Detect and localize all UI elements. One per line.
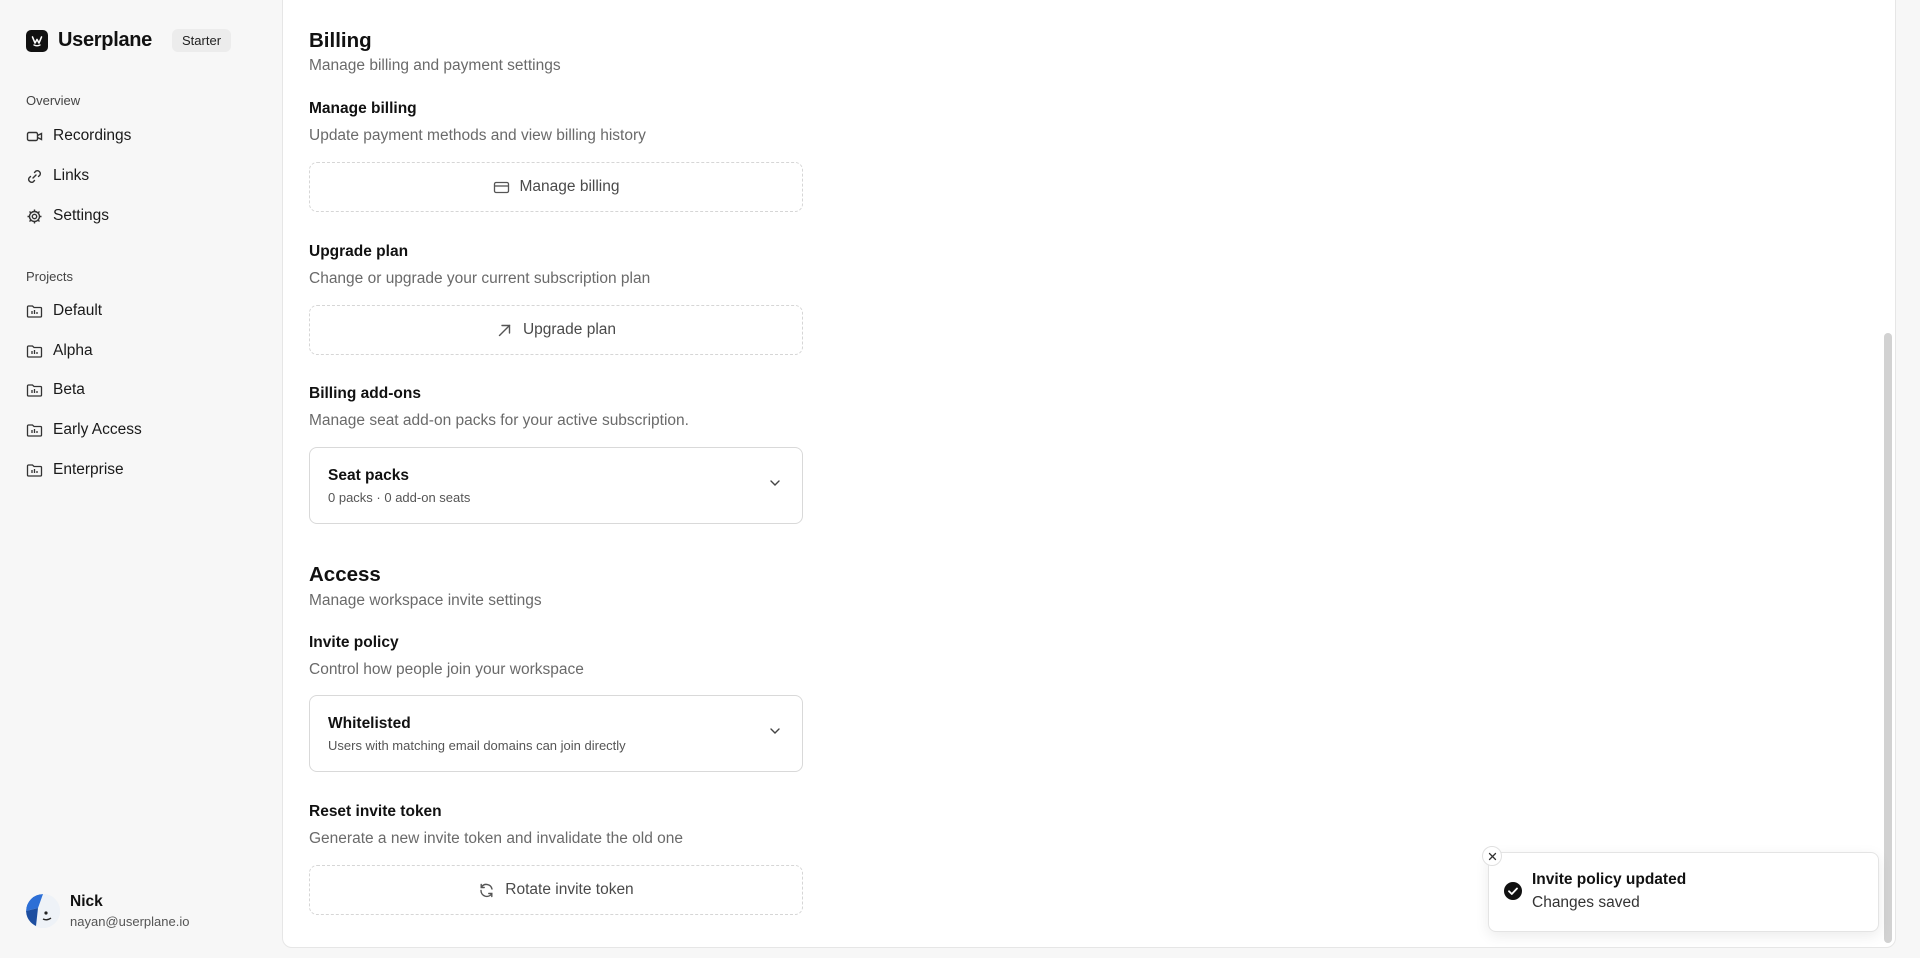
sidebar-item-enterprise[interactable]: Enterprise xyxy=(26,458,124,482)
sidebar-item-settings[interactable]: Settings xyxy=(26,204,109,228)
toast-close-button[interactable] xyxy=(1482,846,1502,866)
invite-policy-label: Invite policy xyxy=(309,634,399,651)
sidebar-item-alpha[interactable]: Alpha xyxy=(26,339,93,363)
rotate-invite-token-button[interactable]: Rotate invite token xyxy=(309,865,803,915)
folder-icon xyxy=(26,423,43,437)
sidebar-item-label: Alpha xyxy=(53,342,93,359)
folder-icon xyxy=(26,344,43,358)
sidebar-item-default[interactable]: Default xyxy=(26,299,102,323)
invite-policy-select[interactable]: Whitelisted Users with matching email do… xyxy=(309,695,803,772)
sidebar: Userplane Starter Overview Recordings Li… xyxy=(0,0,280,958)
settings-panel: Billing Manage billing and payment setti… xyxy=(282,0,1896,948)
user-menu[interactable]: Nick nayan@userplane.io xyxy=(26,893,189,929)
sidebar-item-label: Settings xyxy=(53,207,110,224)
sidebar-item-label: Beta xyxy=(53,381,85,398)
reset-invite-token-label: Reset invite token xyxy=(309,803,442,820)
seat-packs-summary: 0 packs · 0 add-on seats xyxy=(328,490,471,505)
billing-section-title: Billing xyxy=(309,29,372,52)
upgrade-plan-button[interactable]: Upgrade plan xyxy=(309,305,803,355)
folder-icon xyxy=(26,304,43,318)
plan-badge: Starter xyxy=(172,29,232,52)
nav-section-overview: Overview xyxy=(26,93,81,108)
folder-icon xyxy=(26,383,43,397)
avatar xyxy=(26,894,60,928)
upgrade-plan-label: Upgrade plan xyxy=(309,243,409,260)
folder-icon xyxy=(26,463,43,477)
manage-billing-label: Manage billing xyxy=(309,100,417,117)
chevron-down-icon xyxy=(770,728,780,734)
sidebar-item-label: Recordings xyxy=(53,127,132,144)
manage-billing-button-label: Manage billing xyxy=(519,178,620,195)
access-section-title: Access xyxy=(309,563,381,586)
upgrade-plan-button-label: Upgrade plan xyxy=(522,321,617,338)
sidebar-item-label: Links xyxy=(53,167,90,184)
nav-section-projects: Projects xyxy=(26,269,73,284)
seat-packs-select[interactable]: Seat packs 0 packs · 0 add-on seats xyxy=(309,447,803,524)
seat-packs-title: Seat packs xyxy=(328,467,409,484)
credit-card-icon xyxy=(493,181,509,193)
manage-billing-button[interactable]: Manage billing xyxy=(309,162,803,212)
sidebar-item-links[interactable]: Links xyxy=(26,164,89,188)
sidebar-item-label: Enterprise xyxy=(53,461,124,478)
invite-policy-value-description: Users with matching email domains can jo… xyxy=(328,738,626,753)
manage-billing-description: Update payment methods and view billing … xyxy=(309,127,646,144)
userplane-logo-icon xyxy=(26,29,48,52)
sidebar-item-label: Default xyxy=(53,302,103,319)
scrollbar[interactable] xyxy=(1881,0,1895,947)
refresh-icon xyxy=(480,883,493,897)
brand-name: Userplane xyxy=(58,29,153,51)
sidebar-item-beta[interactable]: Beta xyxy=(26,378,85,402)
arrow-up-right-icon xyxy=(498,324,511,336)
video-icon xyxy=(26,131,43,141)
invite-policy-value: Whitelisted xyxy=(328,715,411,732)
user-email: nayan@userplane.io xyxy=(70,914,190,929)
rotate-invite-token-button-label: Rotate invite token xyxy=(505,881,634,898)
billing-section-description: Manage billing and payment settings xyxy=(309,57,561,74)
upgrade-plan-description: Change or upgrade your current subscript… xyxy=(309,270,651,287)
user-name: Nick xyxy=(70,893,103,910)
chevron-down-icon xyxy=(770,480,780,486)
toast-notification: Invite policy updated Changes saved xyxy=(1482,846,1879,932)
check-circle-icon xyxy=(1504,882,1522,900)
sidebar-item-label: Early Access xyxy=(53,421,142,438)
gear-icon xyxy=(27,209,42,223)
billing-addons-label: Billing add-ons xyxy=(309,385,421,402)
toast-message: Changes saved xyxy=(1532,894,1640,911)
close-icon xyxy=(1488,852,1496,860)
brand[interactable]: Userplane Starter xyxy=(26,29,232,52)
billing-addons-description: Manage seat add-on packs for your active… xyxy=(309,412,689,429)
link-icon xyxy=(28,169,41,183)
access-section-description: Manage workspace invite settings xyxy=(309,592,542,609)
sidebar-item-early-access[interactable]: Early Access xyxy=(26,418,142,442)
invite-policy-description: Control how people join your workspace xyxy=(309,661,584,678)
toast-title: Invite policy updated xyxy=(1532,871,1687,888)
sidebar-item-recordings[interactable]: Recordings xyxy=(26,124,131,148)
scrollbar-thumb[interactable] xyxy=(1884,333,1892,943)
reset-invite-token-description: Generate a new invite token and invalida… xyxy=(309,830,683,847)
